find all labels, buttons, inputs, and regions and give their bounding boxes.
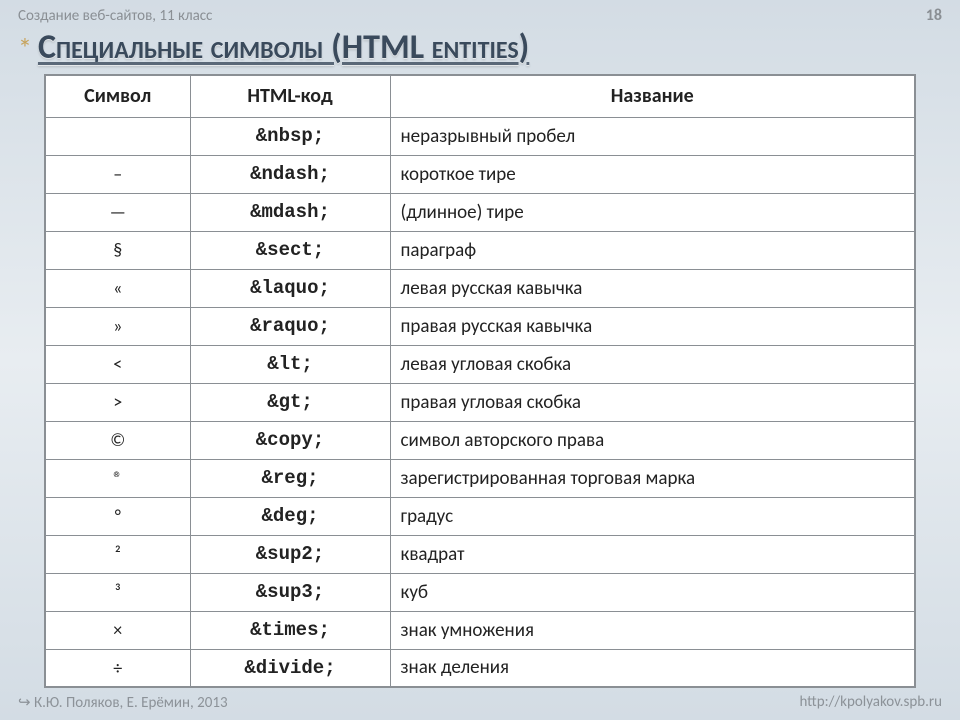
table-row: ÷&divide;знак деления <box>45 649 915 687</box>
table-row: –&ndash;короткое тире <box>45 155 915 193</box>
footer-author: ↪ К.Ю. Поляков, Е. Ерёмин, 2013 <box>18 693 228 712</box>
cell-name: параграф <box>390 231 915 269</box>
cell-name: правая угловая скобка <box>390 383 915 421</box>
entities-table: Символ HTML-код Название &nbsp;неразрывн… <box>44 74 916 688</box>
cell-code: &lt; <box>190 345 390 383</box>
cell-name: зарегистрированная торговая марка <box>390 459 915 497</box>
footer-url: http://kpolyakov.spb.ru <box>799 693 942 712</box>
table-row: &nbsp;неразрывный пробел <box>45 117 915 155</box>
cell-symbol: © <box>45 421 190 459</box>
table-row: —&mdash;(длинное) тире <box>45 193 915 231</box>
cell-symbol: × <box>45 611 190 649</box>
table-row: <&lt;левая угловая скобка <box>45 345 915 383</box>
cell-code: &nbsp; <box>190 117 390 155</box>
cell-symbol: > <box>45 383 190 421</box>
cell-code: &deg; <box>190 497 390 535</box>
cell-symbol: ° <box>45 497 190 535</box>
slide-footer: ↪ К.Ю. Поляков, Е. Ерёмин, 2013 http://k… <box>0 693 960 712</box>
cell-name: правая русская кавычка <box>390 307 915 345</box>
cell-name: левая русская кавычка <box>390 269 915 307</box>
cell-code: &sup3; <box>190 573 390 611</box>
cell-symbol: — <box>45 193 190 231</box>
header-name: Название <box>390 75 915 117</box>
table-row: °&deg;градус <box>45 497 915 535</box>
cell-code: &sect; <box>190 231 390 269</box>
table-row: ©&copy;символ авторского права <box>45 421 915 459</box>
cell-name: куб <box>390 573 915 611</box>
cell-code: &times; <box>190 611 390 649</box>
page-number: 18 <box>926 6 942 25</box>
cell-symbol: » <box>45 307 190 345</box>
cell-name: левая угловая скобка <box>390 345 915 383</box>
cell-code: &raquo; <box>190 307 390 345</box>
cell-symbol: § <box>45 231 190 269</box>
cell-symbol: « <box>45 269 190 307</box>
cell-code: &reg; <box>190 459 390 497</box>
cell-code: &laquo; <box>190 269 390 307</box>
cell-code: &ndash; <box>190 155 390 193</box>
cell-code: &divide; <box>190 649 390 687</box>
cell-symbol: ÷ <box>45 649 190 687</box>
table-row: ³&sup3;куб <box>45 573 915 611</box>
table-row: ®&reg;зарегистрированная торговая марка <box>45 459 915 497</box>
cell-code: &copy; <box>190 421 390 459</box>
table-row: »&raquo;правая русская кавычка <box>45 307 915 345</box>
cell-name: символ авторского права <box>390 421 915 459</box>
cell-name: (длинное) тире <box>390 193 915 231</box>
cell-symbol: ® <box>45 459 190 497</box>
table-row: §&sect;параграф <box>45 231 915 269</box>
cell-symbol: < <box>45 345 190 383</box>
cell-symbol: ³ <box>45 573 190 611</box>
cell-symbol: ² <box>45 535 190 573</box>
cell-code: &sup2; <box>190 535 390 573</box>
cell-code: &mdash; <box>190 193 390 231</box>
slide-header: Создание веб-сайтов, 11 класс 18 <box>0 0 960 25</box>
cell-name: знак умножения <box>390 611 915 649</box>
header-code: HTML-код <box>190 75 390 117</box>
table-row: ²&sup2;квадрат <box>45 535 915 573</box>
title-row: * Специальные символы (HTML entities) <box>0 25 960 74</box>
cell-name: короткое тире <box>390 155 915 193</box>
cell-name: знак деления <box>390 649 915 687</box>
slide-title: Специальные символы (HTML entities) <box>38 27 529 68</box>
table-row: >&gt;правая угловая скобка <box>45 383 915 421</box>
header-symbol: Символ <box>45 75 190 117</box>
bullet-icon: * <box>18 35 32 63</box>
table-header-row: Символ HTML-код Название <box>45 75 915 117</box>
table-row: «&laquo;левая русская кавычка <box>45 269 915 307</box>
cell-symbol <box>45 117 190 155</box>
cell-code: &gt; <box>190 383 390 421</box>
cell-symbol: – <box>45 155 190 193</box>
table-row: ×&times;знак умножения <box>45 611 915 649</box>
cell-name: градус <box>390 497 915 535</box>
cell-name: квадрат <box>390 535 915 573</box>
cell-name: неразрывный пробел <box>390 117 915 155</box>
course-label: Создание веб-сайтов, 11 класс <box>18 7 212 25</box>
table-container: Символ HTML-код Название &nbsp;неразрывн… <box>0 74 960 688</box>
